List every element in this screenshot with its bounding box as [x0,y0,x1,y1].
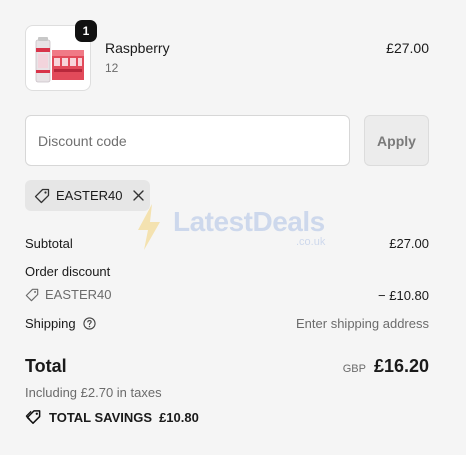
tag-icon [34,188,50,203]
watermark-brand: LatestDeals [173,206,325,237]
total-value-group: GBP £16.20 [343,356,429,377]
discount-line-code: EASTER40 [45,287,112,302]
applied-discount-code: EASTER40 [56,188,123,203]
subtotal-value: £27.00 [389,236,429,251]
close-icon [133,190,144,201]
subtotal-label: Subtotal [25,236,73,251]
total-value: £16.20 [373,356,429,376]
tags-icon [25,410,41,424]
remove-discount-button[interactable] [131,189,145,203]
total-savings: TOTAL SAVINGS £10.80 [25,409,199,426]
discount-value: − £10.80 [378,288,429,303]
shipping-help-icon[interactable] [82,317,96,330]
quantity-badge: 1 [75,20,97,42]
total-label: Total [25,356,67,376]
question-circle-icon [82,317,96,330]
discount-code-input[interactable] [25,115,350,166]
order-discount-label: Order discount [25,264,111,279]
total-savings-value: £10.80 [159,410,199,425]
total-savings-label: TOTAL SAVINGS [49,410,153,425]
shipping-label: Shipping [25,316,76,331]
taxes-note: Including £2.70 in taxes [25,385,162,400]
latestdeals-watermark: LatestDeals .co.uk [135,203,345,253]
watermark-domain: .co.uk [296,236,326,248]
shipping-label-group: Shipping [25,316,96,331]
shipping-value: Enter shipping address [296,316,429,331]
drink-can-multipack-icon [35,37,84,83]
tag-icon [25,288,39,301]
product-variant: 12 [105,61,119,75]
applied-discount-chip: EASTER40 [25,180,150,211]
apply-discount-button[interactable]: Apply [364,115,429,166]
currency-code: GBP [342,363,366,375]
product-name: Raspberry [105,40,170,56]
product-price: £27.00 [386,40,429,56]
order-summary-page: 1 Raspberry 12 £27.00 Apply EASTER40 Lat… [0,0,466,455]
discount-line: EASTER40 [25,287,111,302]
